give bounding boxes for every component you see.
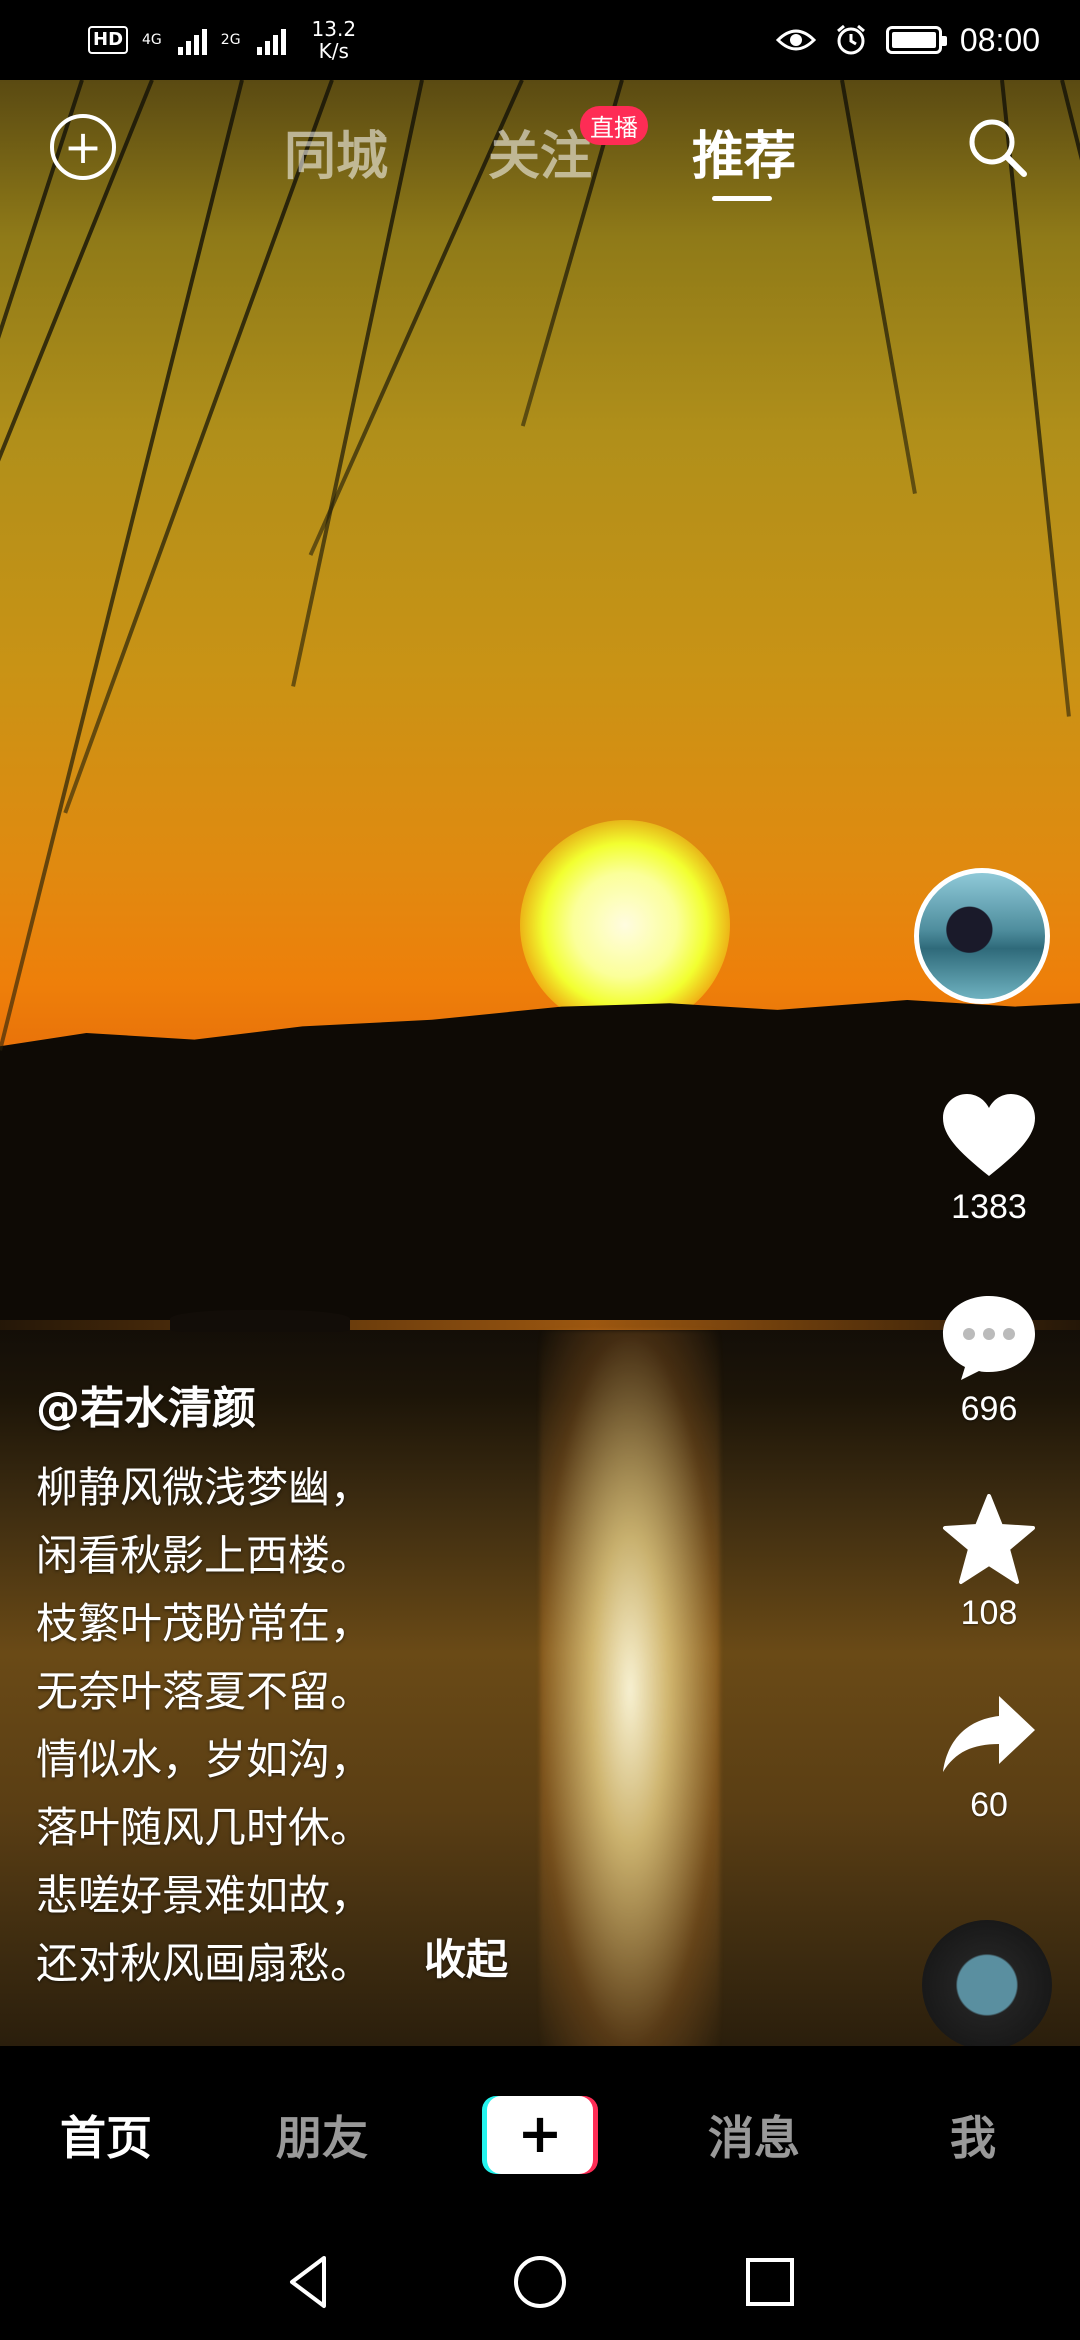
- status-left: HD 4G 2G 13.2 K/s: [88, 18, 356, 62]
- comment-button[interactable]: 696: [914, 1290, 1064, 1429]
- recents-square-icon[interactable]: [740, 2252, 800, 2312]
- nav-profile[interactable]: 我: [950, 2102, 996, 2168]
- eye-icon: [775, 29, 816, 51]
- favorite-count: 108: [960, 1594, 1018, 1632]
- system-nav-bar: [0, 2224, 1080, 2340]
- signal-icon: [256, 25, 286, 55]
- heart-icon: [943, 1094, 1035, 1176]
- live-badge: 直播: [580, 106, 648, 145]
- caption-line: 枝繁叶茂盼常在，: [36, 1599, 373, 1648]
- nav-friends[interactable]: 朋友: [276, 2102, 368, 2168]
- signal-icon: [177, 25, 207, 55]
- favorite-button[interactable]: 108: [914, 1494, 1064, 1633]
- back-triangle-icon[interactable]: [280, 2252, 340, 2312]
- bottom-nav: 首页 朋友 + 消息 我: [0, 2046, 1080, 2224]
- creator-avatar[interactable]: [914, 868, 1050, 1004]
- network-type-sim1: 4G: [142, 32, 162, 48]
- top-nav: + 同城 关注 直播 推荐: [0, 80, 1080, 210]
- alarm-icon: [836, 24, 865, 55]
- hd-badge: HD: [88, 26, 129, 54]
- caption-line: 柳静风微浅梦幽，: [36, 1463, 373, 1512]
- clock: 08:00: [959, 21, 1040, 58]
- caption-line: 无奈叶落夏不留。: [36, 1667, 373, 1716]
- caption-line: 还对秋风画扇愁。: [36, 1939, 373, 1988]
- nav-messages[interactable]: 消息: [708, 2102, 800, 2168]
- tab-recommended[interactable]: 推荐: [692, 114, 796, 189]
- comment-count: 696: [960, 1390, 1018, 1428]
- star-icon: [943, 1494, 1035, 1584]
- caption-line: 落叶随风几时休。: [36, 1803, 373, 1852]
- active-tab-indicator: [712, 196, 772, 201]
- add-icon[interactable]: +: [50, 114, 116, 180]
- music-disc[interactable]: [922, 1920, 1052, 2050]
- sun: [520, 820, 730, 1030]
- sun-reflection: [540, 1330, 720, 2046]
- battery-icon: [885, 26, 947, 54]
- tab-nearby[interactable]: 同城: [284, 114, 388, 189]
- tab-following[interactable]: 关注: [488, 114, 592, 189]
- create-button[interactable]: +: [482, 2096, 598, 2174]
- caption-line: 情似水，岁如沟，: [36, 1735, 373, 1784]
- network-type-sim2: 2G: [220, 32, 241, 48]
- collapse-caption-button[interactable]: 收起: [424, 1926, 508, 1987]
- like-count: 1383: [951, 1188, 1027, 1226]
- caption-line: 悲嗟好景难如故，: [36, 1871, 373, 1920]
- share-button[interactable]: 60: [914, 1692, 1064, 1825]
- search-icon[interactable]: [962, 112, 1032, 182]
- comment-bubble-icon: [943, 1296, 1035, 1380]
- share-arrow-icon: [943, 1696, 1035, 1772]
- share-count: 60: [970, 1786, 1008, 1824]
- status-right: 08:00: [775, 21, 1040, 59]
- caption-line: 闲看秋影上西楼。: [36, 1531, 373, 1580]
- status-bar: HD 4G 2G 13.2 K/s 08:00: [0, 0, 1080, 80]
- plus-icon: +: [487, 2096, 593, 2174]
- author-handle[interactable]: @若水清颜: [36, 1372, 256, 1436]
- nav-home[interactable]: 首页: [60, 2102, 152, 2168]
- boat-silhouette: [170, 1310, 350, 1332]
- network-speed: 13.2 K/s: [311, 17, 357, 63]
- home-circle-icon[interactable]: [510, 2252, 570, 2312]
- like-button[interactable]: 1383: [914, 1090, 1064, 1227]
- video-caption: 柳静风微浅梦幽， 闲看秋影上西楼。 枝繁叶茂盼常在， 无奈叶落夏不留。 情似水，…: [36, 1454, 372, 1998]
